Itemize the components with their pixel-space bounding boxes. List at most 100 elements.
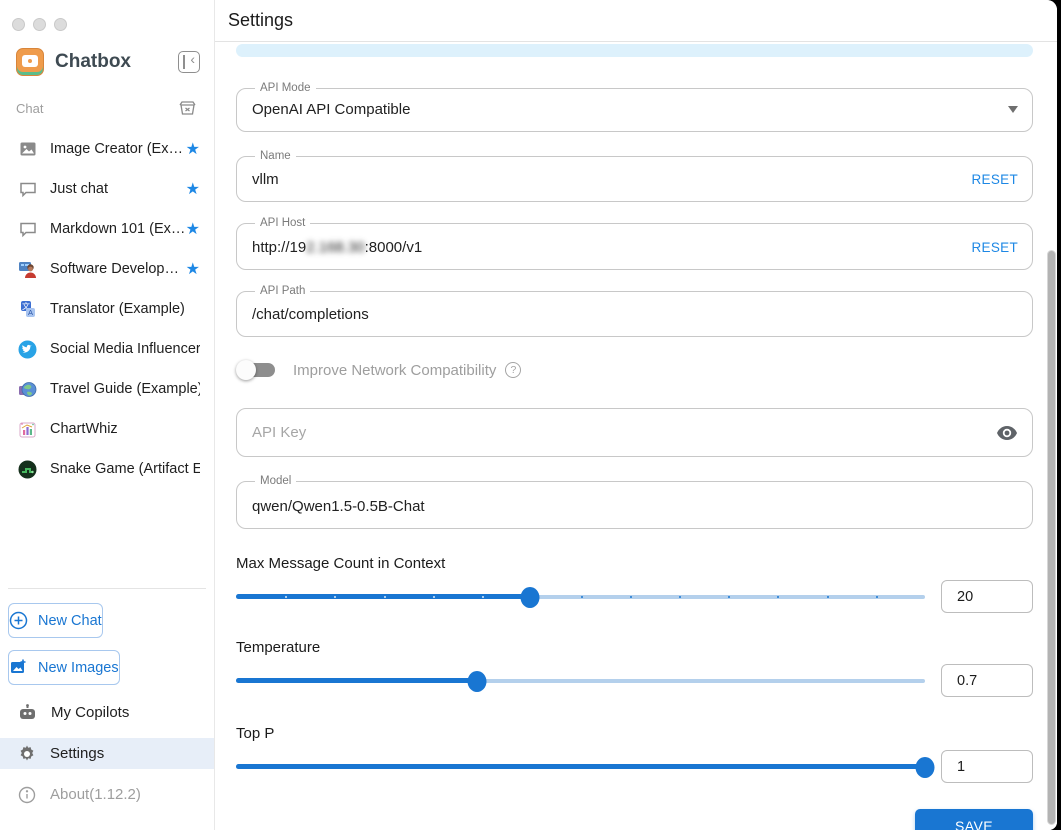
divider <box>8 588 206 589</box>
sidebar-item-social-media-influencer[interactable]: Social Media Influencer … <box>0 329 214 369</box>
sidebar-item-label: Travel Guide (Example) <box>50 381 200 397</box>
max-message-count-slider[interactable] <box>236 580 925 614</box>
developer-avatar-icon <box>18 260 37 279</box>
sidebar-item-label: Image Creator (Ex… <box>50 141 183 157</box>
api-key-input[interactable]: API Key <box>236 408 1033 457</box>
settings-label: Settings <box>50 745 105 762</box>
settings-form: API Mode OpenAI API Compatible Name vllm… <box>215 42 1057 830</box>
sidebar-item-markdown-101[interactable]: Markdown 101 (Ex… ★ <box>0 209 214 249</box>
api-host-value: http://192.168.30:8000/v1 <box>252 238 423 256</box>
gear-icon <box>18 745 36 763</box>
brand-row: Chatbox <box>0 38 214 84</box>
sidebar-item-snake-game[interactable]: Snake Game (Artifact E… <box>0 449 214 489</box>
settings-panel: Settings API Mode OpenAI API Compatible … <box>215 0 1057 830</box>
name-value: vllm <box>252 171 279 188</box>
eye-icon[interactable] <box>996 425 1018 441</box>
api-mode-value: OpenAI API Compatible <box>252 100 411 118</box>
conversation-list: Image Creator (Ex… ★ Just chat ★ Markdow… <box>0 123 214 489</box>
scrolled-tab-highlight <box>236 44 1033 57</box>
star-icon[interactable]: ★ <box>186 179 200 199</box>
chart-icon <box>18 420 37 439</box>
sidebar-item-about[interactable]: About(1.12.2) <box>0 779 214 810</box>
chat-bubble-icon <box>18 180 37 199</box>
api-path-field[interactable]: API Path /chat/completions <box>236 284 1033 337</box>
slider-thumb[interactable] <box>467 670 487 692</box>
slider-thumb[interactable] <box>520 586 540 608</box>
new-chat-button[interactable]: New Chat <box>8 603 103 638</box>
sidebar-item-chartwhiz[interactable]: ChartWhiz <box>0 409 214 449</box>
new-images-label: New Images <box>38 659 119 676</box>
chevron-down-icon <box>1008 105 1018 118</box>
temperature-slider[interactable] <box>236 664 925 698</box>
network-compatibility-label: Improve Network Compatibility <box>293 361 497 379</box>
app-window: Chatbox Chat Image Creator (Ex… ★ <box>0 0 1057 830</box>
star-icon[interactable]: ★ <box>186 219 200 239</box>
sidebar-item-label: Markdown 101 (Ex… <box>50 221 186 237</box>
api-path-label: API Path <box>260 284 306 297</box>
about-label: About(1.12.2) <box>50 786 141 803</box>
sidebar: Chatbox Chat Image Creator (Ex… ★ <box>0 0 215 830</box>
top-p-value-input[interactable]: 1 <box>941 750 1033 783</box>
page-title: Settings <box>228 10 294 30</box>
api-host-label: API Host <box>260 217 306 229</box>
sidebar-item-travel-guide[interactable]: Travel Guide (Example) <box>0 369 214 409</box>
chat-bubble-icon <box>18 220 37 239</box>
my-copilots-label: My Copilots <box>51 704 130 721</box>
zoom-window-button[interactable] <box>54 18 67 31</box>
image-plus-icon <box>9 658 28 677</box>
app-title: Chatbox <box>55 51 131 72</box>
twitter-bird-icon <box>18 340 37 359</box>
sidebar-bottom: New Chat New Images My Copilots Settings <box>0 588 214 830</box>
top-p-label: Top P <box>236 724 275 742</box>
globe-icon <box>18 380 37 399</box>
new-images-button[interactable]: New Images <box>8 650 120 685</box>
minimize-window-button[interactable] <box>33 18 46 31</box>
temperature-value-input[interactable]: 0.7 <box>941 664 1033 697</box>
sidebar-item-label: Software Develop… <box>50 261 179 277</box>
sidebar-item-software-developer[interactable]: Software Develop… ★ <box>0 249 214 289</box>
name-field[interactable]: Name vllm RESET <box>236 149 1033 202</box>
top-p-slider[interactable] <box>236 750 935 784</box>
api-host-field[interactable]: API Host http://192.168.30:8000/v1 RESET <box>236 217 1033 270</box>
temperature-group: Temperature 0.7 <box>236 639 1033 698</box>
settings-header: Settings <box>215 0 1057 42</box>
sidebar-item-just-chat[interactable]: Just chat ★ <box>0 169 214 209</box>
api-mode-select[interactable]: API Mode OpenAI API Compatible <box>236 82 1033 132</box>
star-icon[interactable]: ★ <box>186 139 200 159</box>
sidebar-item-label: Snake Game (Artifact E… <box>50 461 200 477</box>
collapse-sidebar-icon[interactable] <box>178 51 200 73</box>
sidebar-item-image-creator[interactable]: Image Creator (Ex… ★ <box>0 129 214 169</box>
chat-section-header: Chat <box>0 84 214 123</box>
top-p-group: Top P 1 <box>236 725 1033 784</box>
clear-conversations-icon[interactable] <box>179 100 196 117</box>
window-controls <box>0 0 214 38</box>
sidebar-item-label: ChartWhiz <box>50 421 118 437</box>
model-label: Model <box>260 475 292 487</box>
api-host-reset-button[interactable]: RESET <box>971 240 1018 255</box>
name-reset-button[interactable]: RESET <box>971 172 1018 187</box>
chatbox-logo-icon <box>16 48 44 76</box>
max-message-count-value-input[interactable]: 20 <box>941 580 1033 613</box>
api-path-value: /chat/completions <box>252 306 369 323</box>
max-message-count-group: Max Message Count in Context 20 <box>236 555 1033 614</box>
sidebar-item-my-copilots[interactable]: My Copilots <box>0 697 214 728</box>
info-icon <box>18 786 36 804</box>
max-message-count-label: Max Message Count in Context <box>236 554 446 572</box>
sidebar-item-label: Just chat <box>50 181 109 197</box>
image-icon <box>18 140 37 159</box>
scrollbar-thumb[interactable] <box>1047 250 1056 825</box>
slider-thumb[interactable] <box>915 756 935 778</box>
model-field[interactable]: Model qwen/Qwen1.5-0.5B-Chat <box>236 475 1033 529</box>
sidebar-item-label: Social Media Influencer … <box>50 341 200 357</box>
snake-game-icon <box>18 460 37 479</box>
help-icon[interactable]: ? <box>505 362 522 378</box>
chat-section-label: Chat <box>16 101 44 116</box>
sidebar-item-translator[interactable]: 文A Translator (Example) <box>0 289 214 329</box>
network-compatibility-toggle[interactable] <box>236 358 281 382</box>
name-label: Name <box>260 149 291 162</box>
star-icon[interactable]: ★ <box>186 259 200 279</box>
save-button[interactable]: SAVE <box>915 808 1033 830</box>
api-key-placeholder: API Key <box>252 424 307 441</box>
sidebar-item-settings[interactable]: Settings <box>0 738 214 769</box>
close-window-button[interactable] <box>12 18 25 31</box>
